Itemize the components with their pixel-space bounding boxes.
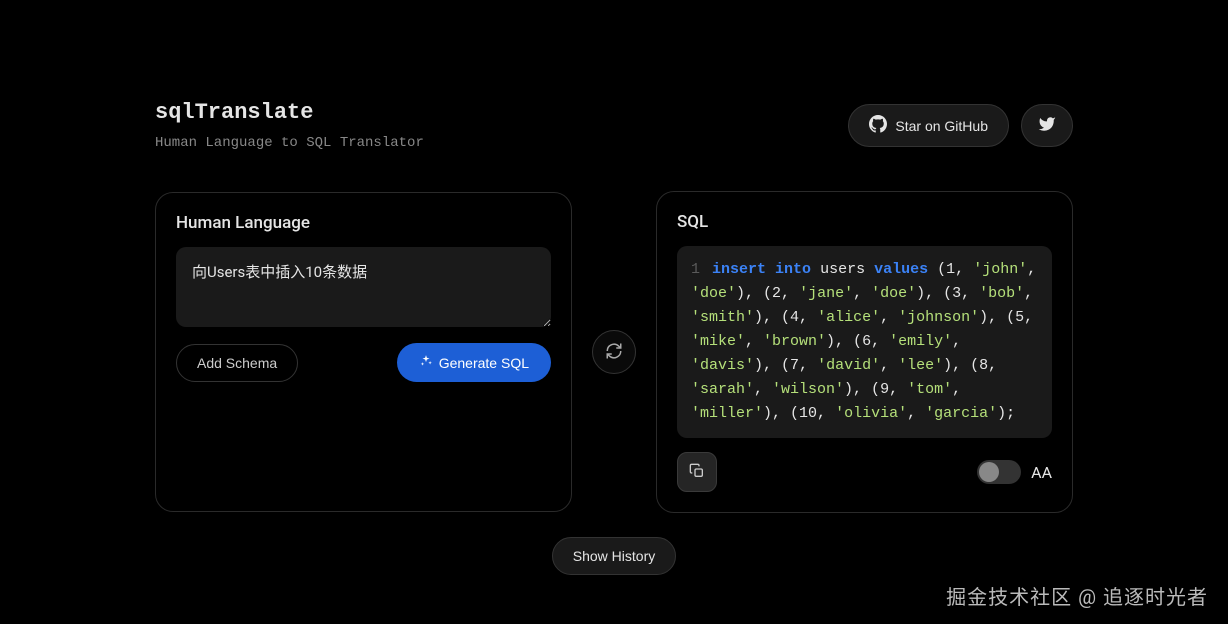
generate-sql-button[interactable]: Generate SQL	[397, 343, 551, 382]
line-number: 1	[691, 261, 700, 278]
watermark: 掘金技术社区 @ 追逐时光者	[946, 581, 1208, 610]
case-toggle[interactable]	[977, 460, 1021, 484]
copy-button[interactable]	[677, 452, 717, 492]
generate-sql-label: Generate SQL	[439, 355, 529, 371]
github-icon	[869, 115, 887, 136]
github-star-button[interactable]: Star on GitHub	[848, 104, 1009, 147]
swap-button[interactable]	[592, 330, 636, 374]
app-title: sqlTranslate	[155, 100, 424, 125]
sql-title: SQL	[677, 212, 1052, 232]
twitter-button[interactable]	[1021, 104, 1073, 147]
show-history-button[interactable]: Show History	[552, 537, 676, 575]
copy-icon	[689, 463, 705, 482]
sql-output: 1insert into users values (1, 'john', 'd…	[677, 246, 1052, 438]
sql-panel: SQL 1insert into users values (1, 'john'…	[656, 191, 1073, 513]
github-star-label: Star on GitHub	[895, 118, 988, 134]
app-subtitle: Human Language to SQL Translator	[155, 135, 424, 151]
twitter-icon	[1038, 115, 1056, 136]
human-language-title: Human Language	[176, 213, 551, 233]
human-language-input[interactable]	[176, 247, 551, 327]
add-schema-button[interactable]: Add Schema	[176, 344, 298, 382]
swap-icon	[605, 342, 623, 363]
case-label: AA	[1031, 463, 1052, 482]
sparkle-icon	[419, 354, 433, 371]
human-language-panel: Human Language Add Schema Generate SQL	[155, 192, 572, 512]
